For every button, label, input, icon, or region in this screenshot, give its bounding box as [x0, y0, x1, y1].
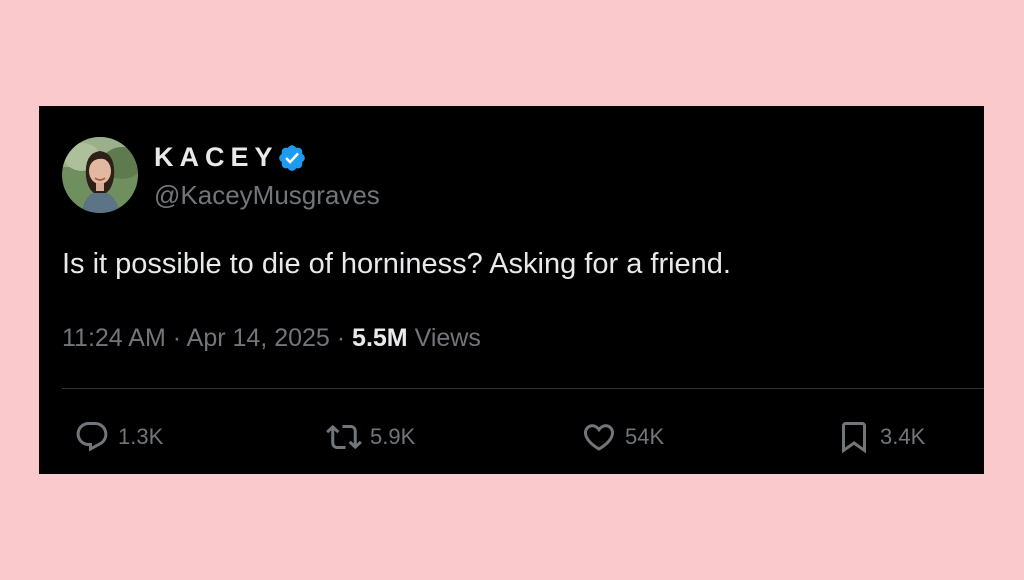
reply-icon: [76, 422, 108, 452]
author-display-name[interactable]: KACEY: [154, 142, 279, 173]
author-handle[interactable]: @KaceyMusgraves: [154, 180, 380, 211]
tweet-date[interactable]: Apr 14, 2025: [187, 324, 330, 352]
author-name-row[interactable]: KACEY: [154, 142, 307, 173]
avatar[interactable]: [62, 137, 138, 213]
views-count: 5.5M: [352, 324, 408, 352]
retweet-count: 5.9K: [370, 424, 416, 449]
like-button[interactable]: 54K: [581, 418, 664, 456]
reply-count: 1.3K: [118, 424, 164, 449]
retweet-button[interactable]: 5.9K: [326, 418, 415, 456]
tweet-text: Is it possible to die of horniness? Aski…: [62, 248, 731, 280]
bookmark-button[interactable]: 3.4K: [836, 418, 925, 456]
tweet-time[interactable]: 11:24 AM: [62, 324, 166, 352]
views-label: Views: [414, 324, 481, 352]
tweet-meta: 11:24 AM · Apr 14, 2025 · 5.5M Views: [62, 324, 481, 353]
like-count: 54K: [625, 424, 665, 449]
tweet-actions: 1.3K 5.9K 54K 3.4K: [39, 418, 984, 456]
retweet-icon: [326, 424, 362, 450]
bookmark-icon: [842, 422, 866, 454]
verified-badge-icon: [278, 144, 305, 171]
tweet-card: KACEY @KaceyMusgraves Is it possible to …: [39, 106, 984, 474]
profile-photo-icon: [62, 137, 138, 213]
heart-icon: [583, 424, 615, 451]
bookmark-count: 3.4K: [880, 424, 926, 449]
divider: [62, 388, 984, 389]
reply-button[interactable]: 1.3K: [74, 418, 163, 456]
meta-separator: ·: [172, 324, 182, 352]
meta-separator: ·: [336, 324, 346, 352]
